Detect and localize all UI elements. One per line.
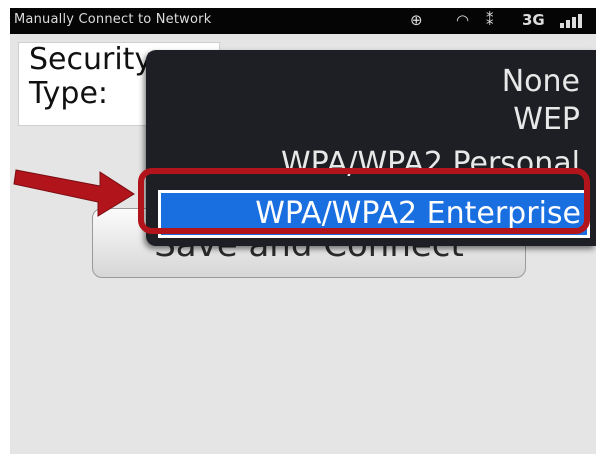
menu-item-wep[interactable]: WEP: [513, 102, 580, 137]
data-icon: ⁑: [486, 11, 494, 29]
menu-item-none[interactable]: None: [502, 64, 580, 99]
network-type: 3G: [522, 11, 545, 29]
gps-icon: ⊕: [410, 11, 423, 29]
wifi-icon: ◠: [456, 11, 470, 29]
status-title: Manually Connect to Network: [14, 12, 212, 27]
pointer-arrow-icon: [13, 169, 135, 217]
highlight-ring: [138, 168, 590, 234]
status-bar: Manually Connect to Network ⊕ ◠ ⁑ 3G: [10, 8, 596, 34]
signal-bars-icon: [560, 14, 582, 28]
security-type-label: Security Type:: [29, 42, 153, 111]
